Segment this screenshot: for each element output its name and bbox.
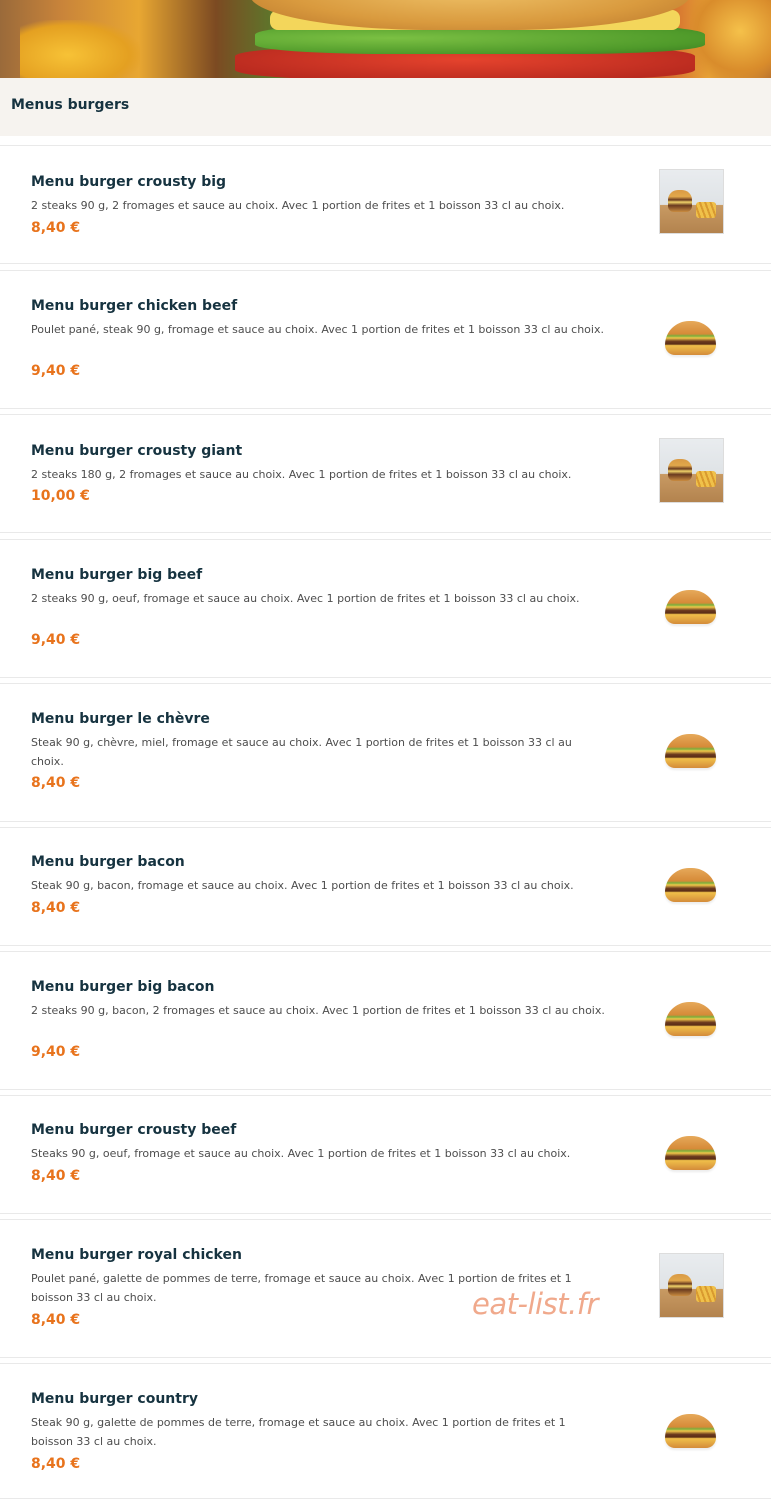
hero-fries-left (20, 20, 140, 78)
menu-item[interactable]: Menu burger country Steak 90 g, galette … (0, 1363, 771, 1499)
item-description: 2 steaks 90 g, 2 fromages et sauce au ch… (31, 199, 565, 212)
burger-image[interactable] (659, 1119, 722, 1182)
item-name: Menu burger chicken beef (31, 298, 238, 314)
menu-item[interactable]: Menu burger chicken beef Poulet pané, st… (0, 270, 771, 409)
burger-image[interactable] (659, 851, 722, 914)
item-name: Menu burger crousty beef (31, 1122, 237, 1138)
item-price: 8,40 € (31, 1168, 81, 1184)
section-title: Menus burgers (11, 97, 130, 113)
item-name: Menu burger bacon (31, 854, 185, 870)
burger-fries-image[interactable] (659, 1253, 724, 1318)
item-price: 10,00 € (31, 488, 90, 504)
item-description: 2 steaks 180 g, 2 fromages et sauce au c… (31, 468, 572, 481)
menu-item[interactable]: Menu burger crousty big 2 steaks 90 g, 2… (0, 145, 771, 264)
item-description: Steak 90 g, chèvre, miel, fromage et sau… (31, 736, 572, 768)
item-description: Steak 90 g, bacon, fromage et sauce au c… (31, 879, 574, 892)
item-price: 8,40 € (31, 1312, 81, 1328)
item-name: Menu burger crousty big (31, 174, 227, 190)
item-price: 8,40 € (31, 1456, 81, 1472)
item-description: Steaks 90 g, oeuf, fromage et sauce au c… (31, 1147, 571, 1160)
item-price: 9,40 € (31, 363, 81, 379)
item-description: 2 steaks 90 g, oeuf, fromage et sauce au… (31, 592, 580, 605)
burger-image[interactable] (659, 1397, 722, 1460)
menu-item[interactable]: Menu burger big beef 2 steaks 90 g, oeuf… (0, 539, 771, 678)
item-name: Menu burger royal chicken (31, 1247, 242, 1263)
menu-item[interactable]: Menu burger bacon Steak 90 g, bacon, fro… (0, 827, 771, 946)
item-name: Menu burger big beef (31, 567, 203, 583)
burger-fries-image[interactable] (659, 438, 724, 503)
burger-image[interactable] (659, 304, 722, 367)
item-price: 9,40 € (31, 632, 81, 648)
item-price: 8,40 € (31, 220, 81, 236)
item-description: Poulet pané, steak 90 g, fromage et sauc… (31, 323, 604, 336)
item-price: 8,40 € (31, 900, 81, 916)
watermark-text: eat-list.fr (472, 1287, 598, 1321)
menu-item[interactable]: Menu burger crousty giant 2 steaks 180 g… (0, 414, 771, 533)
item-name: Menu burger crousty giant (31, 443, 243, 459)
menu-item[interactable]: Menu burger big bacon 2 steaks 90 g, bac… (0, 951, 771, 1090)
item-name: Menu burger le chèvre (31, 711, 210, 727)
item-price: 9,40 € (31, 1044, 81, 1060)
menu-page: Menus burgers Menu burger crousty big 2 … (0, 0, 771, 1500)
menu-item[interactable]: Menu burger crousty beef Steaks 90 g, oe… (0, 1095, 771, 1214)
burger-image[interactable] (659, 985, 722, 1048)
item-name: Menu burger country (31, 1391, 198, 1407)
item-description: 2 steaks 90 g, bacon, 2 fromages et sauc… (31, 1004, 605, 1017)
burger-fries-image[interactable] (659, 169, 724, 234)
menu-item[interactable]: Menu burger royal chicken Poulet pané, g… (0, 1219, 771, 1358)
section-header: Menus burgers (0, 78, 771, 136)
item-name: Menu burger big bacon (31, 979, 215, 995)
item-price: 8,40 € (31, 775, 81, 791)
hero-banner-image (0, 0, 771, 78)
burger-image[interactable] (659, 717, 722, 780)
item-description: Steak 90 g, galette de pommes de terre, … (31, 1416, 566, 1448)
burger-image[interactable] (659, 573, 722, 636)
menu-item[interactable]: Menu burger le chèvre Steak 90 g, chèvre… (0, 683, 771, 822)
